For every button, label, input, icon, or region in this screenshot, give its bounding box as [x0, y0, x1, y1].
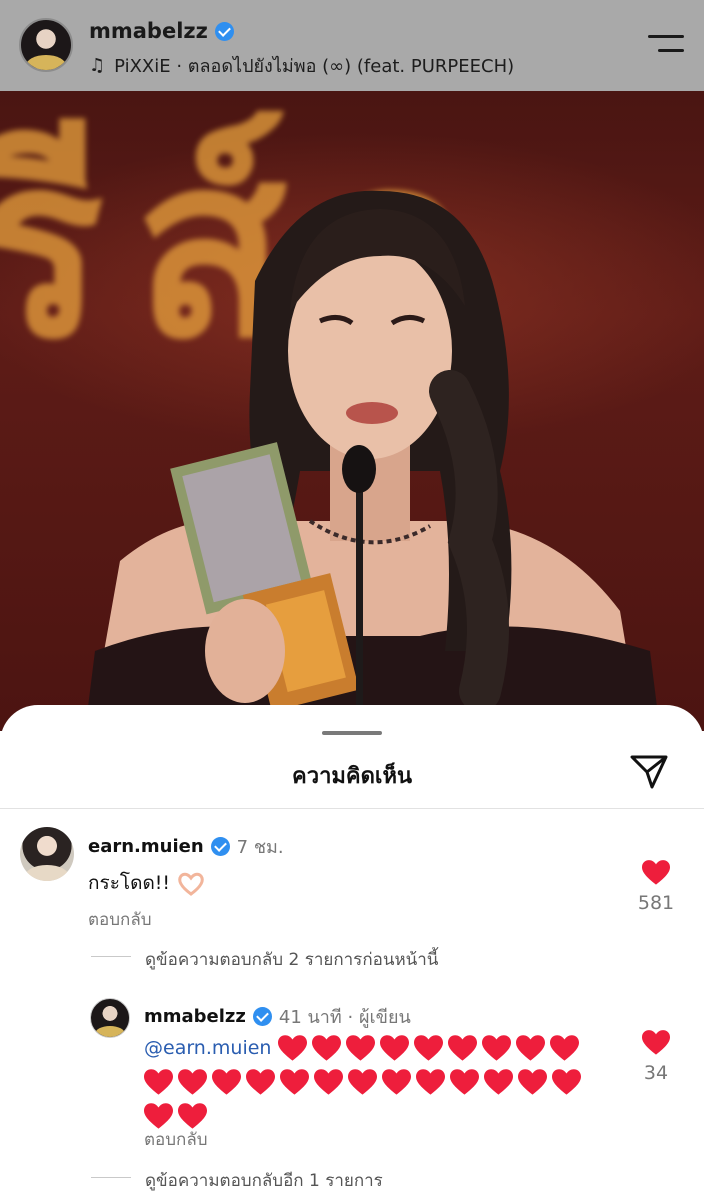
menu-icon[interactable]: [648, 35, 684, 53]
reply-avatar[interactable]: [90, 998, 130, 1038]
verified-badge-icon: [214, 21, 234, 41]
heart-emoji-icon: [515, 1035, 545, 1061]
sheet-drag-handle[interactable]: [322, 731, 382, 735]
reply-mention[interactable]: @earn.muien: [144, 1037, 271, 1059]
verified-badge-icon: [252, 1007, 272, 1026]
comments-sheet: ความคิดเห็น earn.muien 7 ชม. กระโดด!! ตอ…: [0, 705, 704, 1200]
comment-text: กระโดด!!: [88, 868, 206, 898]
reply-like-count: 34: [643, 1062, 669, 1084]
reply-text: @earn.muien: [144, 1031, 614, 1133]
heart-emoji-icon: [447, 1035, 477, 1061]
post-music-info[interactable]: ♫ PiXXiE · ตลอดไปยังไม่พอ (∞) (feat. PUR…: [89, 51, 514, 80]
heart-hands-icon: [178, 872, 204, 896]
heart-emoji-icon: [379, 1035, 409, 1061]
comment-like-count: 581: [637, 892, 675, 914]
heart-emoji-icon: [345, 1035, 375, 1061]
heart-emoji-icon: [348, 1069, 377, 1095]
reply-header: mmabelzz 41 นาที · ผู้เขียน: [144, 1002, 411, 1031]
sheet-divider: [0, 808, 704, 809]
heart-emoji-icon: [144, 1069, 173, 1095]
sheet-title: ความคิดเห็น: [292, 764, 412, 789]
heart-emoji-icon: [484, 1069, 513, 1095]
heart-emoji-icon: [450, 1069, 479, 1095]
heart-emoji-icon: [382, 1069, 411, 1095]
post-username[interactable]: mmabelzz: [89, 19, 234, 43]
heart-emoji-icon: [481, 1035, 511, 1061]
send-icon[interactable]: [628, 750, 670, 792]
heart-emoji-icon: [549, 1035, 579, 1061]
comment-header: earn.muien 7 ชม.: [88, 832, 284, 861]
view-more-replies[interactable]: ดูข้อความตอบกลับอีก 1 รายการ: [145, 1167, 383, 1194]
heart-emoji-icon: [518, 1069, 547, 1095]
post-header: mmabelzz ♫ PiXXiE · ตลอดไปยังไม่พอ (∞) (…: [0, 0, 704, 91]
thread-line: [91, 1177, 131, 1178]
heart-emoji-icon: [246, 1069, 275, 1095]
comment-text-content: กระโดด!!: [88, 872, 171, 894]
reply-button[interactable]: ตอบกลับ: [144, 1126, 208, 1153]
post-photo: รีส์ล: [0, 91, 704, 731]
heart-emoji-icon: [212, 1069, 241, 1095]
heart-emoji-icon: [552, 1069, 581, 1095]
reply-button[interactable]: ตอบกลับ: [88, 906, 152, 933]
view-previous-replies[interactable]: ดูข้อความตอบกลับ 2 รายการก่อนหน้านี้: [145, 946, 438, 973]
heart-emoji-icon: [416, 1069, 445, 1095]
comment-timestamp: 7 ชม.: [236, 837, 284, 858]
comment-username[interactable]: earn.muien: [88, 836, 204, 857]
post-username-label: mmabelzz: [89, 19, 208, 43]
post-author-avatar[interactable]: [19, 18, 73, 72]
heart-emoji-icon: [277, 1035, 307, 1061]
reply-username[interactable]: mmabelzz: [144, 1006, 246, 1027]
heart-emoji-icon: [314, 1069, 343, 1095]
heart-icon: [642, 860, 670, 885]
comment-like-button[interactable]: 581: [632, 860, 680, 914]
post-music-label: PiXXiE · ตลอดไปยังไม่พอ (∞) (feat. PURPE…: [114, 56, 515, 77]
heart-emoji-icon: [413, 1035, 443, 1061]
reply-like-button[interactable]: 34: [632, 1030, 680, 1084]
heart-emoji-icon: [280, 1069, 309, 1095]
heart-icon: [642, 1030, 670, 1055]
music-note-icon: ♫: [89, 55, 106, 76]
heart-emoji-icon: [178, 1069, 207, 1095]
reply-timestamp: 41 นาที · ผู้เขียน: [278, 1007, 411, 1028]
heart-emoji-icon: [311, 1035, 341, 1061]
photo-person-figure: [85, 190, 660, 731]
verified-badge-icon: [210, 837, 230, 856]
thread-line: [91, 956, 131, 957]
comment-avatar[interactable]: [20, 827, 74, 881]
